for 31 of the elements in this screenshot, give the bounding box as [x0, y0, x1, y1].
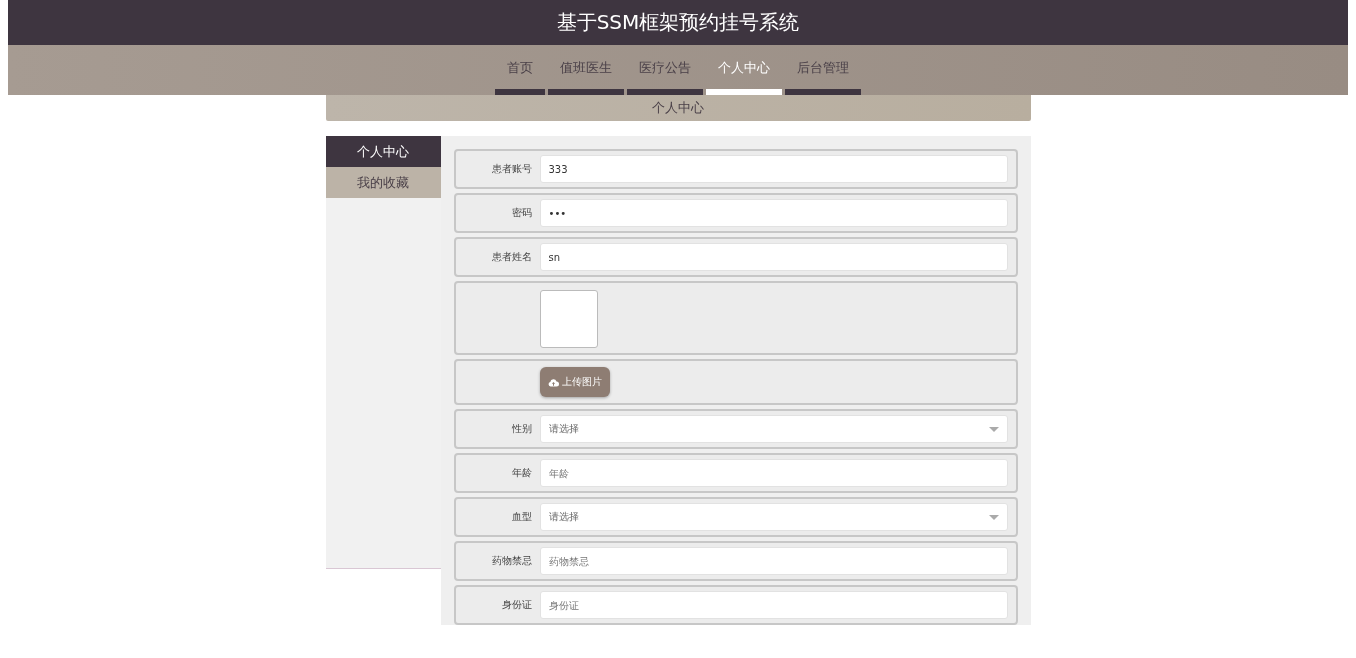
field-label: 年龄 — [510, 466, 533, 480]
input-field[interactable]: 333 — [539, 155, 1008, 183]
field-label: 密码 — [510, 206, 533, 220]
image-placeholder — [539, 290, 598, 348]
input-field[interactable]: sn — [539, 243, 1008, 271]
select-field[interactable]: 请选择 — [539, 503, 1008, 531]
select-field[interactable]: 请选择 — [539, 415, 1008, 443]
field-label: 性别 — [510, 422, 533, 436]
nav-link[interactable]: 首页 — [495, 59, 545, 77]
field-label: 患者账号 — [490, 162, 533, 176]
upload-button[interactable]: 上传图片 — [539, 367, 610, 397]
input-field[interactable]: 身份证 — [539, 591, 1008, 619]
sidebar-item[interactable]: 我的收藏 — [325, 167, 441, 198]
nav-link[interactable]: 后台管理 — [785, 59, 861, 77]
nav-underline — [495, 89, 545, 95]
input-field[interactable]: 年龄 — [539, 459, 1008, 487]
nav-link[interactable]: 值班医生 — [548, 59, 624, 77]
cloud-upload-icon — [547, 377, 559, 387]
caret-icon — [988, 426, 999, 432]
input-field[interactable]: ••• — [539, 199, 1008, 227]
caret-icon — [988, 514, 999, 520]
site-title: 基于SSM框架预约挂号系统 — [556, 9, 800, 36]
nav-link[interactable]: 个人中心 — [706, 59, 782, 77]
input-field[interactable]: 药物禁忌 — [539, 547, 1008, 575]
field-label: 药物禁忌 — [490, 554, 533, 568]
field-label: 患者姓名 — [490, 250, 533, 264]
sidebar-item[interactable]: 个人中心 — [325, 136, 441, 167]
field-label: 身份证 — [500, 598, 533, 612]
breadcrumb-title: 个人中心 — [652, 99, 704, 117]
nav-link[interactable]: 医疗公告 — [627, 59, 703, 77]
field-label: 血型 — [510, 510, 533, 524]
